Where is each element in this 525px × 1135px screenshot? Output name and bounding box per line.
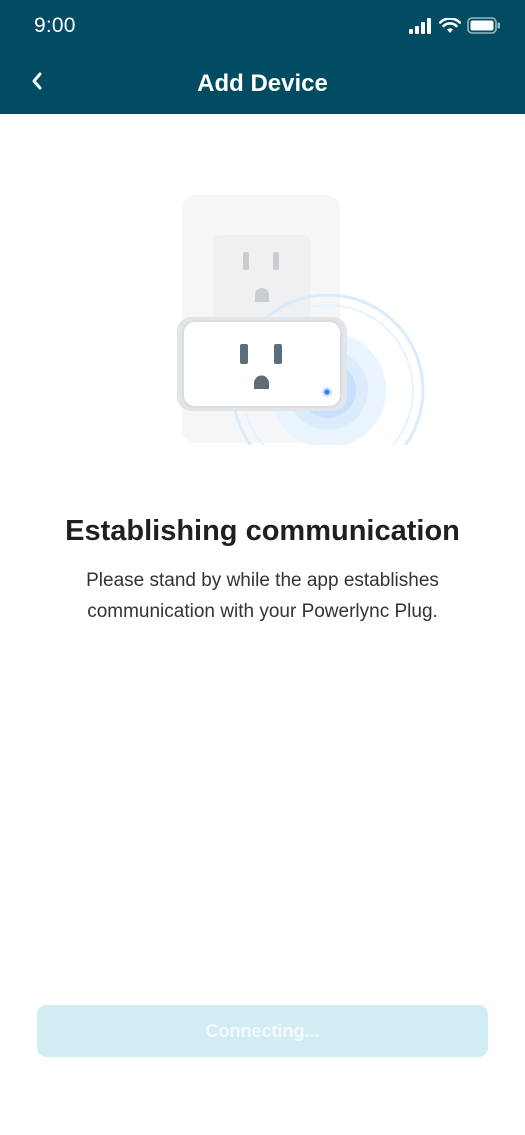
wifi-icon (438, 16, 462, 39)
battery-icon (467, 17, 501, 39)
signal-icon (409, 17, 433, 39)
status-time: 9:00 (34, 14, 76, 37)
status-description: Please stand by while the app establishe… (86, 570, 439, 622)
status-heading: Establishing communication (65, 515, 460, 547)
status-icons (409, 16, 501, 39)
app-header: 9:00 Add Device (0, 0, 525, 114)
page-title: Add Device (197, 70, 328, 97)
connecting-button[interactable]: Connecting... (37, 1005, 488, 1057)
smart-plug-illustration (160, 190, 440, 460)
